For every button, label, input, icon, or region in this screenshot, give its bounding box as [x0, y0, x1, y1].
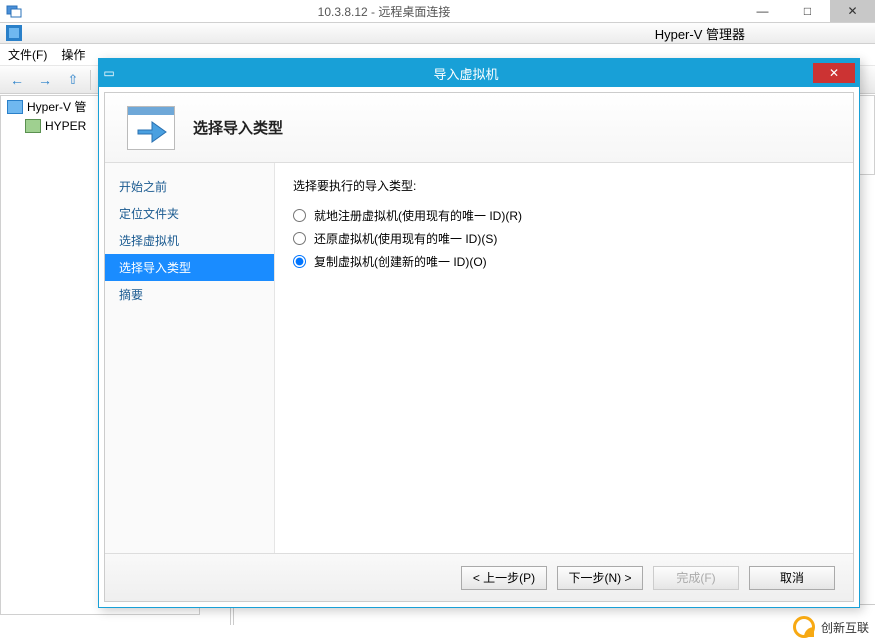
separator	[90, 70, 91, 90]
wizard-step-summary[interactable]: 摘要	[105, 281, 274, 308]
cancel-button-label: 取消	[780, 569, 804, 586]
rdp-titlebar: 10.3.8.12 - 远程桌面连接 — □ ✕	[0, 0, 875, 22]
minimize-button[interactable]: —	[740, 0, 785, 22]
watermark-text: 创新互联	[821, 619, 869, 636]
radio-copy[interactable]	[293, 255, 306, 268]
host-icon	[25, 119, 41, 133]
dialog-close-button[interactable]: ✕	[813, 63, 855, 83]
server-icon	[7, 100, 23, 114]
watermark: 创新互联	[793, 616, 869, 638]
radio-row-copy[interactable]: 复制虚拟机(创建新的唯一 ID)(O)	[293, 250, 835, 273]
nav-up-button[interactable]	[62, 69, 84, 91]
wizard-nav: 开始之前 定位文件夹 选择虚拟机 选择导入类型 摘要	[105, 163, 275, 553]
cancel-button[interactable]: 取消	[749, 566, 835, 590]
nav-forward-button[interactable]	[34, 69, 56, 91]
dialog-header-text: 选择导入类型	[193, 117, 283, 138]
wizard-step-locate[interactable]: 定位文件夹	[105, 200, 274, 227]
dialog-header: 选择导入类型	[105, 93, 853, 163]
radio-register-label: 就地注册虚拟机(使用现有的唯一 ID)(R)	[314, 207, 522, 224]
radio-row-register[interactable]: 就地注册虚拟机(使用现有的唯一 ID)(R)	[293, 204, 835, 227]
prev-button-label: < 上一步(P)	[473, 569, 535, 586]
menu-file[interactable]: 文件(F)	[8, 46, 47, 63]
radio-restore-label: 还原虚拟机(使用现有的唯一 ID)(S)	[314, 230, 497, 247]
watermark-icon	[793, 616, 815, 638]
import-arrow-icon	[127, 106, 175, 150]
wizard-content: 选择要执行的导入类型: 就地注册虚拟机(使用现有的唯一 ID)(R) 还原虚拟机…	[275, 163, 853, 553]
maximize-button[interactable]: □	[785, 0, 830, 22]
hyperv-icon	[6, 25, 22, 41]
prev-button[interactable]: < 上一步(P)	[461, 566, 547, 590]
dialog-footer: < 上一步(P) 下一步(N) > 完成(F) 取消	[105, 553, 853, 601]
wizard-step-before[interactable]: 开始之前	[105, 173, 274, 200]
import-vm-dialog: ▭ 导入虚拟机 ✕ 选择导入类型 开始之前 定位文件夹 选择虚拟机 选择导入类型…	[98, 58, 860, 608]
dialog-titlebar: ▭ 导入虚拟机 ✕	[99, 59, 859, 87]
menu-action[interactable]: 操作	[61, 46, 85, 63]
hyperv-manager-label: Hyper-V 管理器	[655, 24, 745, 43]
next-button[interactable]: 下一步(N) >	[557, 566, 643, 590]
radio-copy-label: 复制虚拟机(创建新的唯一 ID)(O)	[314, 253, 487, 270]
finish-button: 完成(F)	[653, 566, 739, 590]
wizard-step-import-type[interactable]: 选择导入类型	[105, 254, 274, 281]
dialog-middle: 开始之前 定位文件夹 选择虚拟机 选择导入类型 摘要 选择要执行的导入类型: 就…	[105, 163, 853, 553]
radio-row-restore[interactable]: 还原虚拟机(使用现有的唯一 ID)(S)	[293, 227, 835, 250]
radio-register[interactable]	[293, 209, 306, 222]
tree-child-label: HYPER	[45, 119, 86, 133]
rdp-title-text: 10.3.8.12 - 远程桌面连接	[28, 3, 740, 20]
dialog-body: 选择导入类型 开始之前 定位文件夹 选择虚拟机 选择导入类型 摘要 选择要执行的…	[104, 92, 854, 602]
finish-button-label: 完成(F)	[676, 569, 715, 586]
rdp-icon	[6, 3, 22, 19]
next-button-label: 下一步(N) >	[568, 569, 631, 586]
dialog-sysicon: ▭	[99, 66, 119, 80]
radio-restore[interactable]	[293, 232, 306, 245]
tree-root-label: Hyper-V 管	[27, 98, 86, 115]
dialog-title-text: 导入虚拟机	[119, 64, 813, 83]
close-button[interactable]: ✕	[830, 0, 875, 22]
hyperv-toolbar: Hyper-V 管理器	[0, 22, 875, 44]
wizard-step-select-vm[interactable]: 选择虚拟机	[105, 227, 274, 254]
import-type-prompt: 选择要执行的导入类型:	[293, 177, 835, 194]
nav-back-button[interactable]	[6, 69, 28, 91]
